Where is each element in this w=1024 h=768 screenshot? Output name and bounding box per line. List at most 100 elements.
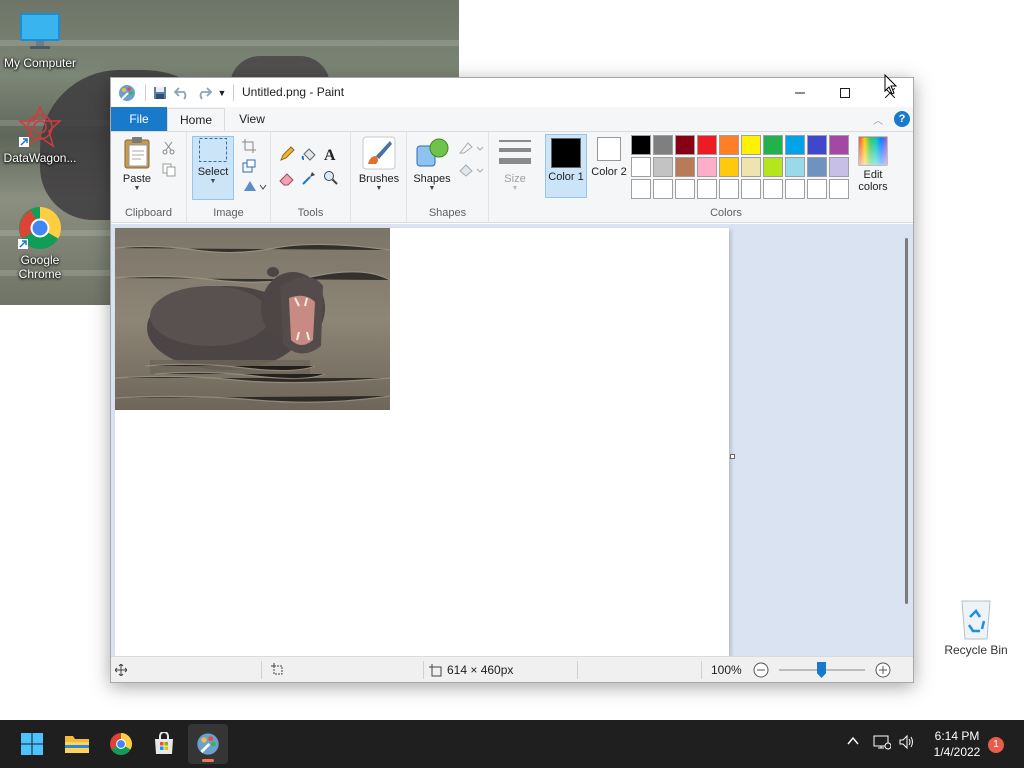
palette-swatch[interactable]	[829, 157, 849, 177]
taskbar-file-explorer[interactable]	[57, 724, 97, 764]
text-tool[interactable]: A	[321, 144, 341, 164]
taskbar-google-chrome[interactable]	[101, 724, 141, 764]
shape-fill-icon	[459, 164, 484, 177]
outline-button[interactable]	[457, 138, 485, 158]
fill-button[interactable]	[457, 160, 485, 180]
volume-icon[interactable]	[898, 734, 916, 753]
palette-swatch[interactable]	[675, 135, 695, 155]
crop-icon	[242, 139, 256, 153]
show-hidden-icons-chevron-icon[interactable]	[847, 734, 859, 749]
group-label: Tools	[297, 207, 324, 219]
palette-swatch[interactable]	[785, 157, 805, 177]
select-button[interactable]: Select ▼	[192, 136, 234, 200]
eraser-tool[interactable]	[277, 168, 297, 188]
datawagon-icon	[18, 105, 62, 148]
size-button[interactable]: Size ▼	[495, 136, 535, 193]
network-icon[interactable]	[873, 734, 892, 753]
paste-button[interactable]: Paste ▼	[119, 136, 155, 193]
desktop-icon-datawagon[interactable]: DataWagon...	[0, 105, 80, 165]
desktop-icon-label: My Computer	[3, 56, 77, 70]
custom-color-slot[interactable]	[763, 179, 783, 199]
palette-swatch[interactable]	[675, 157, 695, 177]
palette-swatch[interactable]	[741, 157, 761, 177]
edit-colors-label: Edit colors	[858, 169, 888, 193]
custom-color-slot[interactable]	[719, 179, 739, 199]
custom-color-slot[interactable]	[675, 179, 695, 199]
start-button[interactable]	[12, 724, 52, 764]
pencil-icon	[280, 146, 295, 161]
custom-color-slot[interactable]	[631, 179, 651, 199]
edit-colors-button[interactable]: Edit colors	[853, 136, 893, 193]
color-picker-tool[interactable]	[299, 168, 319, 188]
palette-swatch[interactable]	[653, 135, 673, 155]
canvas-workspace[interactable]	[111, 224, 913, 656]
fill-tool[interactable]	[299, 144, 319, 164]
tab-home[interactable]: Home	[167, 108, 225, 132]
minimize-button[interactable]	[777, 78, 823, 107]
desktop-icon-google-chrome[interactable]: Google Chrome	[0, 205, 80, 281]
palette-swatch[interactable]	[807, 135, 827, 155]
color2-button[interactable]: Color 2	[589, 137, 629, 178]
desktop-icon-recycle-bin[interactable]: Recycle Bin	[936, 597, 1016, 657]
resize-button[interactable]	[239, 156, 259, 176]
drawing-canvas[interactable]	[115, 228, 729, 656]
palette-swatch[interactable]	[697, 135, 717, 155]
tab-file[interactable]: File	[111, 107, 167, 131]
recycle-bin-icon	[961, 600, 991, 640]
shapes-button[interactable]: Shapes ▼	[411, 136, 453, 193]
pencil-tool[interactable]	[277, 144, 297, 164]
copy-button[interactable]	[159, 160, 179, 180]
palette-swatch[interactable]	[697, 157, 717, 177]
palette-swatch[interactable]	[631, 157, 651, 177]
size-label: Size	[504, 173, 526, 185]
desktop-icon-my-computer[interactable]: My Computer	[0, 10, 80, 70]
image-dimensions: 614 × 460px	[447, 663, 514, 677]
palette-swatch[interactable]	[719, 135, 739, 155]
zoom-out-button[interactable]	[753, 657, 769, 683]
custom-color-slot[interactable]	[697, 179, 717, 199]
custom-color-slot[interactable]	[829, 179, 849, 199]
palette-swatch[interactable]	[653, 157, 673, 177]
vertical-scrollbar[interactable]	[901, 238, 913, 656]
redo-icon[interactable]	[193, 83, 215, 103]
palette-swatch[interactable]	[741, 135, 761, 155]
help-icon[interactable]: ?	[894, 111, 910, 127]
group-label: Colors	[710, 207, 742, 219]
brushes-button[interactable]: Brushes ▼	[357, 136, 401, 193]
palette-swatch[interactable]	[807, 157, 827, 177]
scrollbar-thumb[interactable]	[905, 238, 908, 604]
rainbow-palette-icon	[858, 136, 888, 166]
rotate-button[interactable]	[241, 176, 269, 196]
palette-swatch[interactable]	[829, 135, 849, 155]
taskbar-paint[interactable]	[188, 724, 228, 764]
custom-color-slot[interactable]	[785, 179, 805, 199]
system-clock[interactable]: 6:14 PM 1/4/2022	[924, 728, 990, 760]
palette-swatch[interactable]	[719, 157, 739, 177]
palette-swatch[interactable]	[763, 135, 783, 155]
custom-color-slot[interactable]	[741, 179, 761, 199]
maximize-button[interactable]	[822, 78, 868, 107]
group-label: Clipboard	[124, 207, 173, 219]
zoom-in-button[interactable]	[875, 657, 891, 683]
color1-button[interactable]: Color 1	[545, 134, 587, 198]
undo-icon[interactable]	[171, 83, 193, 103]
custom-color-slot[interactable]	[653, 179, 673, 199]
shapes-label: Shapes	[413, 173, 451, 185]
palette-swatch[interactable]	[763, 157, 783, 177]
palette-swatch[interactable]	[785, 135, 805, 155]
magnifier-tool[interactable]	[321, 168, 341, 188]
tab-view[interactable]: View	[229, 107, 275, 131]
cut-button[interactable]	[159, 138, 179, 158]
palette-swatch[interactable]	[631, 135, 651, 155]
customize-quick-access-icon[interactable]: ▼	[215, 83, 229, 103]
crop-button[interactable]	[239, 136, 259, 156]
paint-app-icon[interactable]	[117, 83, 137, 103]
canvas-resize-handle[interactable]	[730, 454, 735, 459]
title-bar[interactable]: ▼ Untitled.png - Paint	[111, 78, 913, 107]
collapse-ribbon-icon[interactable]: ︿	[873, 112, 883, 127]
taskbar-microsoft-store[interactable]	[144, 724, 184, 764]
save-icon[interactable]	[149, 83, 171, 103]
custom-color-slot[interactable]	[807, 179, 827, 199]
notification-badge[interactable]: 1	[988, 737, 1004, 753]
zoom-slider-thumb[interactable]	[817, 662, 826, 678]
